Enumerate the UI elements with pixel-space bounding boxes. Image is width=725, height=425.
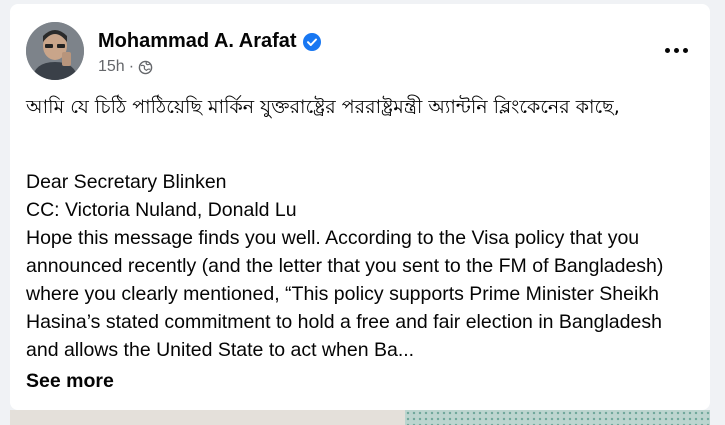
menu-dot [682, 47, 688, 53]
author-name[interactable]: Mohammad A. Arafat [98, 30, 297, 53]
post-timestamp[interactable]: 15h [98, 58, 125, 76]
avatar[interactable] [26, 22, 84, 80]
image-left-part [10, 410, 405, 425]
post-meta: 15h · [98, 58, 153, 76]
post-header: Mohammad A. Arafat 15h · [26, 22, 694, 82]
more-options-icon[interactable] [658, 36, 694, 64]
menu-dot [673, 47, 679, 53]
body-line-cc: CC: Victoria Nuland, Donald Lu [26, 199, 297, 221]
post-body: Dear Secretary Blinken CC: Victoria Nula… [26, 168, 698, 364]
meta-separator: · [128, 58, 135, 75]
verified-badge-icon [302, 32, 321, 51]
post-card: Mohammad A. Arafat 15h · আমি যে চিঠি পাঠ… [10, 4, 710, 410]
body-line-message: Hope this message finds you well. Accord… [26, 227, 664, 361]
see-more-link[interactable]: See more [26, 370, 114, 393]
post-headline: আমি যে চিঠি পাঠিয়েছি মার্কিন যুক্তরাষ্ট… [26, 96, 620, 118]
post-image-preview[interactable] [10, 410, 710, 425]
menu-dot [664, 47, 670, 53]
globe-icon [138, 60, 153, 74]
body-line-salutation: Dear Secretary Blinken [26, 171, 227, 193]
image-right-part [405, 410, 710, 425]
avatar-photo [26, 22, 84, 80]
